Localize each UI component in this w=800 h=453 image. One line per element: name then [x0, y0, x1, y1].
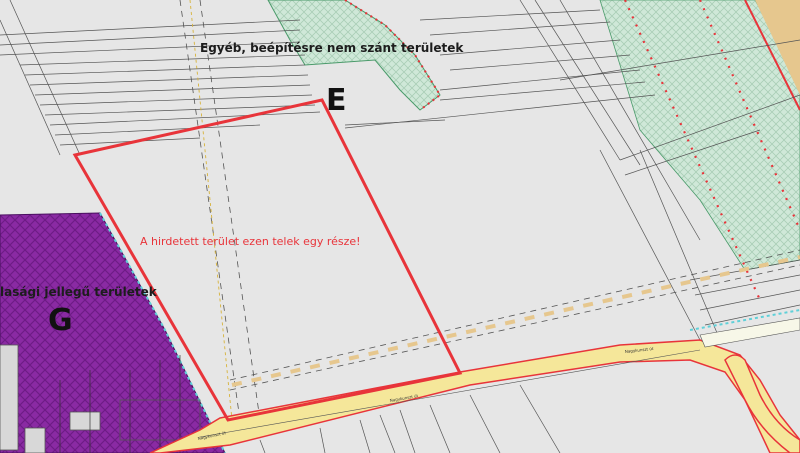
zone-g-label: lasági jellegű területek	[0, 285, 158, 299]
zone-e-letter: E	[326, 83, 347, 118]
parcel-note-label: A hirdetett terület ezen telek egy része…	[140, 235, 361, 248]
cadastral-map: Egyéb, beépítésre nem szánt területek E …	[0, 0, 800, 453]
zone-e-label: Egyéb, beépítésre nem szánt területek	[200, 41, 464, 55]
zone-g-letter: G	[48, 303, 73, 338]
